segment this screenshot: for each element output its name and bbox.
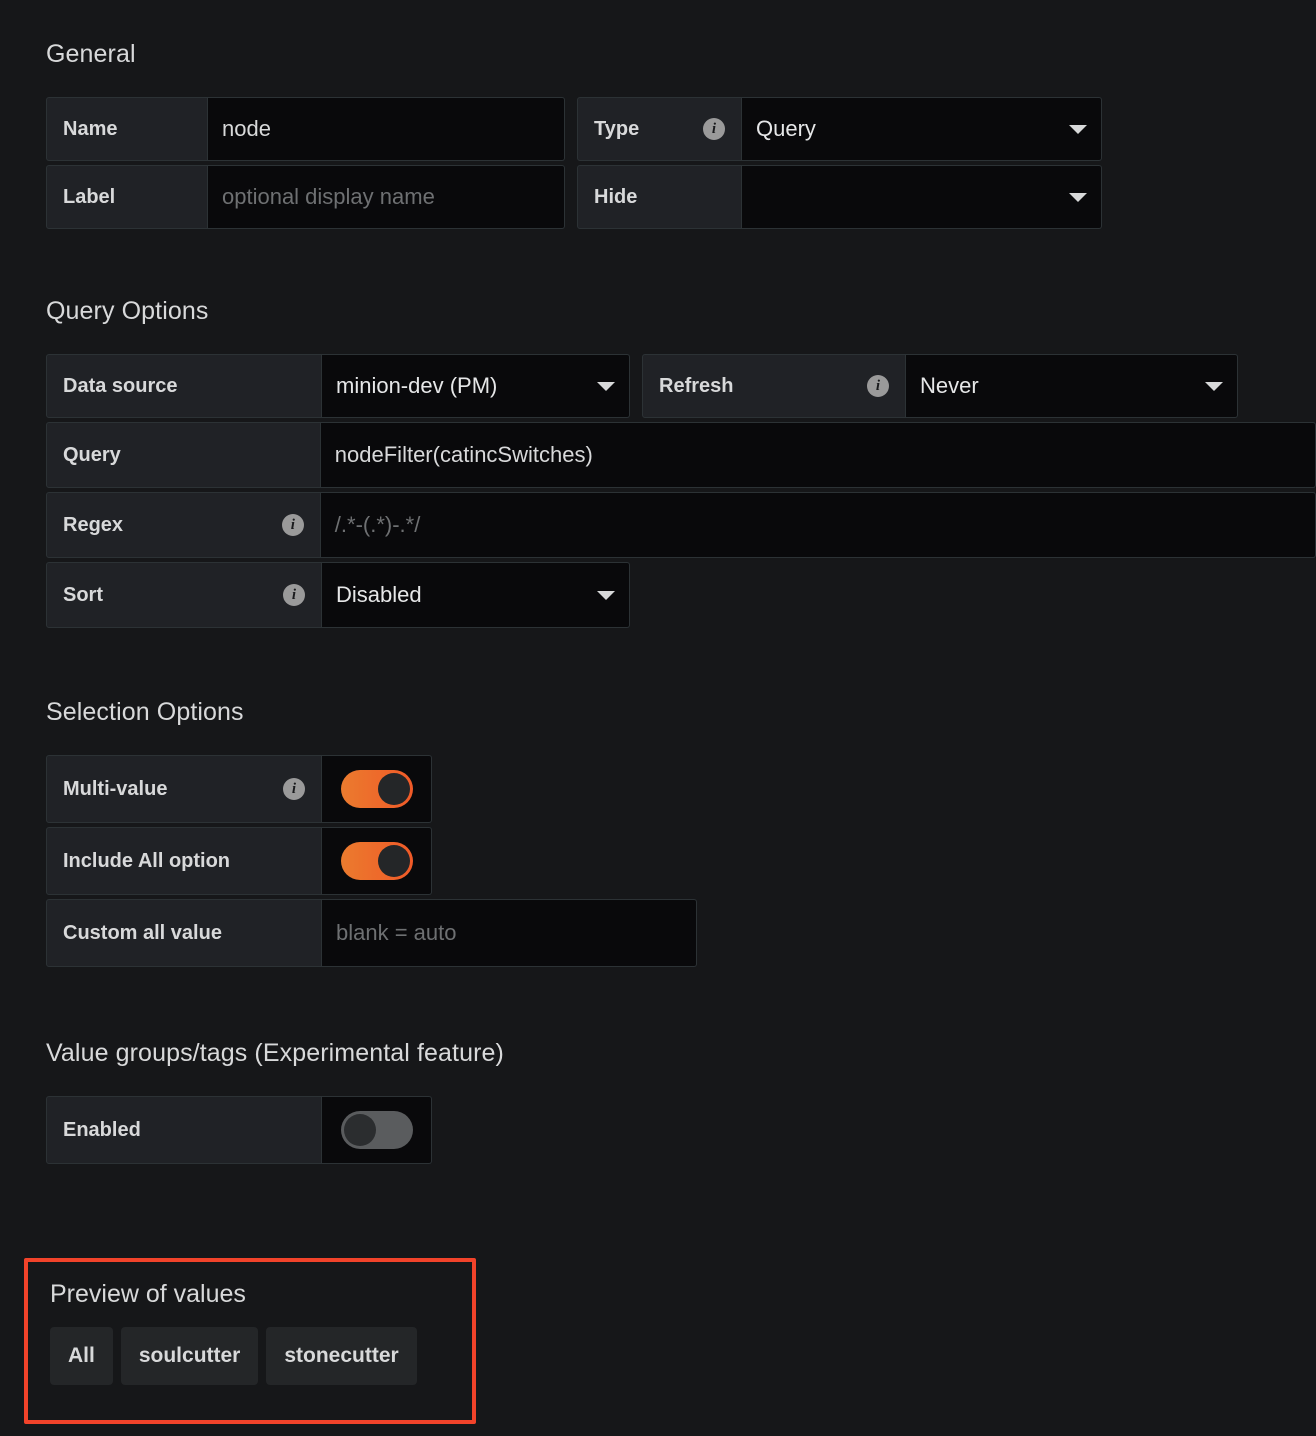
toggle-knob: [378, 845, 410, 877]
hide-label-text: Hide: [594, 186, 637, 209]
type-label: Type i: [577, 97, 742, 161]
refresh-select[interactable]: Never: [906, 354, 1238, 418]
query-options-row-regex: Regex i /.*-(.*)-.*/: [46, 492, 1316, 558]
name-input[interactable]: node: [208, 97, 565, 161]
chevron-down-icon: [597, 591, 615, 600]
multi-value-label-text: Multi-value: [63, 778, 167, 801]
query-label: Query: [46, 422, 321, 488]
info-icon[interactable]: i: [867, 375, 889, 397]
info-icon[interactable]: i: [703, 118, 725, 140]
value-groups-enabled-label: Enabled: [46, 1096, 322, 1164]
name-label: Name: [46, 97, 208, 161]
data-source-select[interactable]: minion-dev (PM): [322, 354, 630, 418]
include-all-toggle[interactable]: [341, 842, 413, 880]
selection-row-include-all: Include All option: [46, 827, 1316, 895]
chevron-down-icon: [1069, 125, 1087, 134]
toggle-knob: [344, 1114, 376, 1146]
hide-label: Hide: [577, 165, 742, 229]
chevron-down-icon: [1205, 382, 1223, 391]
type-select[interactable]: Query: [742, 97, 1102, 161]
regex-label: Regex i: [46, 492, 321, 558]
variable-editor-page: General Name node Type i Query Label opt…: [0, 40, 1316, 1164]
info-icon[interactable]: i: [282, 514, 304, 536]
custom-all-value-label-text: Custom all value: [63, 922, 222, 945]
regex-input[interactable]: /.*-(.*)-.*/: [321, 492, 1316, 558]
preview-value-chip[interactable]: soulcutter: [121, 1327, 259, 1385]
sort-select[interactable]: Disabled: [322, 562, 630, 628]
include-all-toggle-cell[interactable]: [322, 827, 432, 895]
info-icon[interactable]: i: [283, 778, 305, 800]
preview-value-chips: All soulcutter stonecutter: [50, 1327, 472, 1385]
preview-of-values-title: Preview of values: [50, 1280, 472, 1309]
label-label: Label: [46, 165, 208, 229]
label-input[interactable]: optional display name: [208, 165, 565, 229]
preview-of-values-panel: Preview of values All soulcutter stonecu…: [24, 1258, 476, 1424]
data-source-value: minion-dev (PM): [336, 373, 497, 399]
multi-value-label: Multi-value i: [46, 755, 322, 823]
query-options-row-query: Query nodeFilter(catincSwitches): [46, 422, 1316, 488]
section-title-value-groups: Value groups/tags (Experimental feature): [46, 1039, 1316, 1068]
data-source-label-text: Data source: [63, 375, 178, 398]
query-label-text: Query: [63, 444, 121, 467]
selection-row-custom-all-value: Custom all value blank = auto: [46, 899, 1316, 967]
info-icon[interactable]: i: [283, 584, 305, 606]
section-title-query-options: Query Options: [46, 297, 1316, 326]
value-groups-enabled-label-text: Enabled: [63, 1119, 141, 1142]
regex-label-text: Regex: [63, 514, 123, 537]
name-label-text: Name: [63, 118, 117, 141]
include-all-label-text: Include All option: [63, 850, 230, 873]
general-row-1: Name node Type i Query: [46, 97, 1316, 161]
section-title-selection-options: Selection Options: [46, 698, 1316, 727]
custom-all-value-label: Custom all value: [46, 899, 322, 967]
sort-label: Sort i: [46, 562, 322, 628]
preview-value-chip[interactable]: stonecutter: [266, 1327, 416, 1385]
value-groups-toggle-cell[interactable]: [322, 1096, 432, 1164]
value-groups-row-enabled: Enabled: [46, 1096, 1316, 1164]
multi-value-toggle[interactable]: [341, 770, 413, 808]
chevron-down-icon: [597, 382, 615, 391]
general-row-2: Label optional display name Hide: [46, 165, 1316, 229]
toggle-knob: [378, 773, 410, 805]
hide-select[interactable]: [742, 165, 1102, 229]
selection-row-multi-value: Multi-value i: [46, 755, 1316, 823]
data-source-label: Data source: [46, 354, 322, 418]
refresh-label: Refresh i: [642, 354, 906, 418]
query-input[interactable]: nodeFilter(catincSwitches): [321, 422, 1316, 488]
type-label-text: Type: [594, 118, 639, 141]
sort-label-text: Sort: [63, 584, 103, 607]
query-options-row-sort: Sort i Disabled: [46, 562, 1316, 628]
custom-all-value-input[interactable]: blank = auto: [322, 899, 697, 967]
multi-value-toggle-cell[interactable]: [322, 755, 432, 823]
type-select-value: Query: [756, 116, 816, 142]
label-label-text: Label: [63, 186, 115, 209]
query-options-row-datasource: Data source minion-dev (PM) Refresh i Ne…: [46, 354, 1316, 418]
refresh-label-text: Refresh: [659, 375, 733, 398]
section-title-general: General: [46, 40, 1316, 69]
value-groups-enabled-toggle[interactable]: [341, 1111, 413, 1149]
sort-value: Disabled: [336, 582, 422, 608]
chevron-down-icon: [1069, 193, 1087, 202]
refresh-value: Never: [920, 373, 979, 399]
preview-value-chip[interactable]: All: [50, 1327, 113, 1385]
include-all-label: Include All option: [46, 827, 322, 895]
